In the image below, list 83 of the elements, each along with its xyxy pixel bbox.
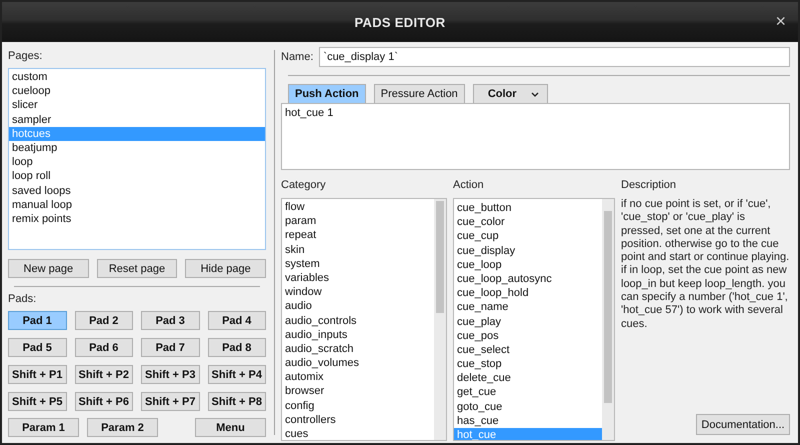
list-item[interactable]: beatjump bbox=[9, 140, 265, 156]
list-item[interactable]: cueloop bbox=[9, 84, 265, 98]
list-item[interactable]: saved loops bbox=[9, 184, 265, 198]
list-item[interactable]: slicer bbox=[9, 98, 265, 113]
pages-label: Pages: bbox=[8, 50, 44, 62]
description-label: Description bbox=[621, 179, 678, 191]
list-item[interactable]: sampler bbox=[9, 112, 265, 127]
param-button[interactable]: Menu bbox=[195, 418, 266, 437]
list-item[interactable]: cue_loop_hold bbox=[454, 286, 602, 300]
pad-button[interactable]: Shift + P3 bbox=[141, 365, 200, 384]
list-item[interactable]: custom bbox=[9, 70, 265, 84]
list-item[interactable]: cue_name bbox=[454, 300, 602, 314]
param-button[interactable]: Param 2 bbox=[87, 418, 158, 437]
pad-button[interactable]: Shift + P1 bbox=[8, 365, 66, 384]
list-item[interactable]: loop roll bbox=[9, 169, 265, 184]
script-editor[interactable]: hot_cue 1 bbox=[281, 103, 790, 170]
page-button[interactable]: Reset page bbox=[96, 259, 178, 278]
list-item[interactable]: config bbox=[282, 398, 434, 413]
list-item[interactable]: cue_display bbox=[454, 244, 602, 258]
list-item[interactable]: audio_controls bbox=[282, 314, 434, 328]
list-item[interactable]: audio_scratch bbox=[282, 342, 434, 356]
pad-button[interactable]: Pad 7 bbox=[141, 338, 200, 357]
category-label: Category bbox=[281, 179, 327, 191]
list-item[interactable]: goto_cue bbox=[454, 400, 602, 414]
close-button[interactable]: × bbox=[773, 12, 788, 30]
list-item[interactable]: system bbox=[282, 256, 434, 271]
color-dropdown[interactable]: Color bbox=[472, 84, 548, 103]
pad-button[interactable]: Pad 3 bbox=[141, 311, 200, 330]
list-item[interactable]: cue_select bbox=[454, 342, 602, 358]
list-item[interactable]: cue_button bbox=[454, 201, 602, 216]
documentation-button[interactable]: Documentation... bbox=[696, 414, 790, 435]
pad-button[interactable]: Pad 8 bbox=[208, 338, 266, 357]
list-item[interactable]: window bbox=[282, 285, 434, 300]
list-item[interactable]: cues bbox=[282, 427, 434, 440]
pad-button[interactable]: Pad 6 bbox=[74, 338, 133, 357]
scrollbar[interactable] bbox=[434, 199, 446, 440]
list-item[interactable]: audio_inputs bbox=[282, 328, 434, 342]
list-item[interactable]: cue_pos bbox=[454, 328, 602, 343]
list-item[interactable]: automix bbox=[282, 370, 434, 384]
pad-button[interactable]: Shift + P7 bbox=[141, 392, 200, 411]
page-button[interactable]: New page bbox=[8, 259, 89, 278]
description-text: if no cue point is set, or if 'cue', 'cue_stop' or 'cue_play' is pressed, set one at the current position. otherwise go to the cue point and start or continue playing. if in loop, set the cue point as new loop_in but keep loop_length. you can specify a number ('hot_cue 1', 'hot_cue 57') to work with several cues. bbox=[621, 198, 790, 331]
pad-button[interactable]: Pad 5 bbox=[8, 338, 66, 357]
list-item[interactable]: delete_cue bbox=[454, 371, 602, 386]
list-item[interactable]: cue_play bbox=[454, 314, 602, 329]
action-tab[interactable]: Push Action bbox=[288, 84, 366, 103]
list-item[interactable]: audio_volumes bbox=[282, 356, 434, 370]
list-item[interactable]: has_cue bbox=[454, 414, 602, 428]
list-item[interactable]: audio bbox=[282, 299, 434, 314]
list-item[interactable]: controllers bbox=[282, 412, 434, 427]
list-item[interactable]: repeat bbox=[282, 228, 434, 243]
pads-label: Pads: bbox=[8, 293, 38, 305]
list-item[interactable]: cue_loop bbox=[454, 258, 602, 272]
list-item[interactable]: manual loop bbox=[9, 198, 265, 212]
pad-button[interactable]: Shift + P4 bbox=[208, 365, 266, 384]
list-item[interactable]: cue_color bbox=[454, 215, 602, 230]
pad-button[interactable]: Pad 1 bbox=[8, 311, 66, 330]
list-item[interactable]: get_cue bbox=[454, 385, 602, 400]
pad-button[interactable]: Pad 2 bbox=[74, 311, 133, 330]
param-button[interactable]: Param 1 bbox=[8, 418, 79, 437]
list-item[interactable]: variables bbox=[282, 270, 434, 286]
scrollbar[interactable] bbox=[602, 199, 614, 440]
pad-button[interactable]: Shift + P2 bbox=[74, 365, 133, 384]
pad-button[interactable]: Pad 4 bbox=[208, 311, 266, 330]
list-item[interactable]: flow bbox=[282, 200, 434, 214]
page-button[interactable]: Hide page bbox=[185, 259, 266, 278]
name-field[interactable]: `cue_display 1` bbox=[319, 47, 790, 67]
list-item[interactable]: cue_stop bbox=[454, 357, 602, 372]
list-item[interactable]: browser bbox=[282, 384, 434, 399]
action-label: Action bbox=[453, 179, 485, 191]
list-item[interactable]: loop bbox=[9, 155, 265, 170]
list-item[interactable]: cue_cup bbox=[454, 229, 602, 244]
pad-button[interactable]: Shift + P8 bbox=[208, 392, 266, 411]
list-item[interactable]: skin bbox=[282, 242, 434, 257]
list-item[interactable]: remix points bbox=[9, 212, 265, 226]
list-item[interactable]: param bbox=[282, 214, 434, 228]
chevron-icon bbox=[530, 92, 539, 96]
action-tab[interactable]: Pressure Action bbox=[374, 84, 465, 103]
pad-button[interactable]: Shift + P6 bbox=[74, 392, 133, 411]
pad-button[interactable]: Shift + P5 bbox=[8, 392, 66, 411]
window-title: PADS EDITOR bbox=[354, 14, 446, 30]
list-item[interactable]: cue_loop_autosync bbox=[454, 272, 602, 286]
name-label: Name: bbox=[281, 51, 314, 63]
